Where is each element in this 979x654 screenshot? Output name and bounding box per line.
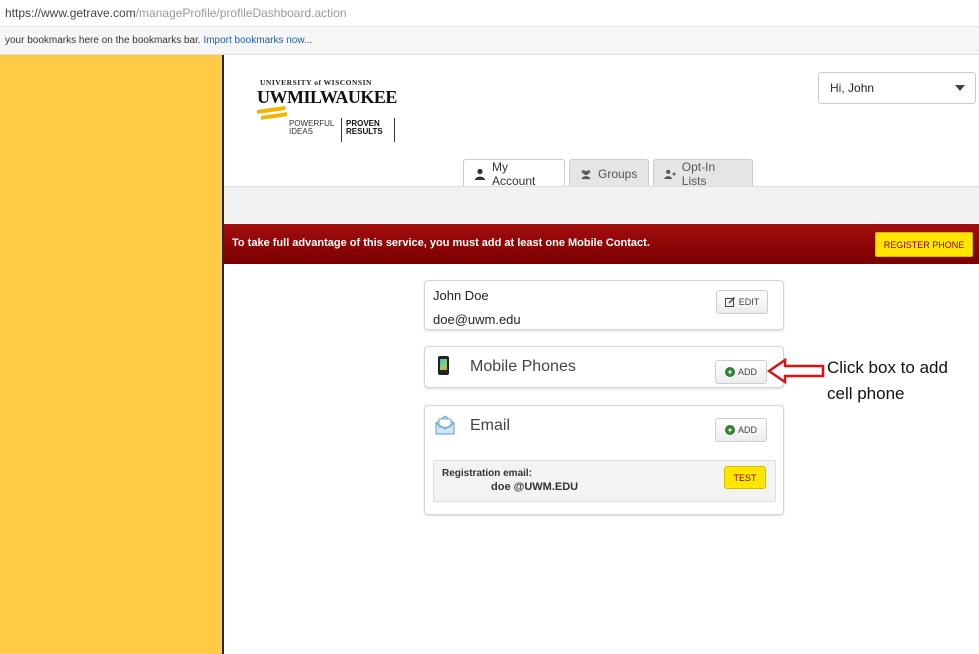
annotation-line: Click box to add: [827, 358, 948, 377]
registration-email-value: doe @UWM.EDU: [491, 481, 579, 493]
plus-circle-icon: +: [724, 367, 735, 377]
button-label: EDIT: [738, 297, 760, 307]
edit-profile-button[interactable]: EDIT: [716, 290, 768, 314]
url-path: /manageProfile/profileDashboard.action: [135, 6, 347, 20]
tab-groups[interactable]: Groups: [569, 159, 649, 187]
sidebar-divider: [222, 55, 224, 654]
bookmarks-hint: your bookmarks here on the bookmarks bar…: [5, 35, 201, 46]
bookmarks-text: your bookmarks here on the bookmarks bar…: [5, 35, 312, 46]
tagline-word: IDEAS: [289, 127, 314, 136]
email-title: Email: [470, 417, 511, 434]
bookmarks-bar: your bookmarks here on the bookmarks bar…: [0, 27, 979, 55]
tagline-word: RESULTS: [346, 127, 383, 136]
logo-top-text: UNIVERSITY of WISCONSIN: [260, 78, 372, 87]
user-name: John: [848, 81, 875, 95]
user-menu-dropdown[interactable]: Hi, John: [818, 72, 976, 104]
profile-email: doe@uwm.edu: [433, 312, 521, 327]
profile-name: John Doe: [433, 288, 489, 303]
logo-divider: [341, 118, 342, 142]
address-bar[interactable]: https://www.getrave.com/manageProfile/pr…: [0, 0, 979, 27]
import-bookmarks-link[interactable]: Import bookmarks now...: [203, 35, 312, 46]
url-host: https://www.getrave.com: [5, 6, 136, 20]
tab-opt-in-lists[interactable]: Opt-In Lists: [653, 159, 753, 188]
user-greeting: Hi, John: [830, 81, 874, 95]
logo-divider: [394, 118, 395, 142]
person-icon: [475, 168, 485, 180]
test-email-button[interactable]: TEST: [724, 466, 766, 489]
person-add-icon: [664, 169, 676, 179]
left-sidebar: [0, 55, 222, 654]
url-text[interactable]: https://www.getrave.com/manageProfile/pr…: [5, 6, 347, 20]
profile-card: John Doe doe@uwm.edu EDIT: [424, 280, 784, 330]
mobile-phone-icon: [438, 356, 449, 375]
tab-content-header: [224, 186, 979, 225]
envelope-icon: [435, 415, 455, 435]
registration-email-label: Registration email:: [442, 468, 533, 479]
tab-label: Groups: [598, 166, 638, 181]
mobile-phones-title: Mobile Phones: [470, 358, 576, 375]
red-arrow-icon: [767, 357, 825, 385]
greeting-text: Hi,: [830, 81, 845, 95]
button-label: ADD: [737, 425, 757, 435]
add-email-button[interactable]: + ADD: [715, 418, 767, 442]
plus-circle-icon: +: [724, 425, 735, 435]
tab-my-account[interactable]: My Account: [463, 159, 565, 188]
tab-label: Opt-In Lists: [681, 159, 716, 188]
logo-stripe: [261, 112, 287, 120]
edit-icon: [724, 297, 735, 307]
email-card: Email + ADD Registration email: doe @UWM…: [424, 405, 784, 515]
alert-message: To take full advantage of this service, …: [232, 237, 650, 249]
mobile-phones-card: Mobile Phones + ADD: [424, 346, 784, 388]
group-icon: [581, 169, 591, 179]
register-phone-button[interactable]: REGISTER PHONE: [875, 232, 973, 257]
logo-tagline-left: POWERFUL IDEAS: [289, 120, 334, 136]
tab-label: My Account: [492, 160, 536, 188]
button-label: ADD: [737, 367, 757, 377]
alert-banner: To take full advantage of this service, …: [224, 224, 979, 264]
instruction-annotation: Click box to add cell phone: [827, 355, 977, 407]
logo-main-text: UWMILWAUKEE: [257, 87, 397, 107]
annotation-line: cell phone: [827, 384, 905, 403]
chevron-down-icon: [955, 85, 965, 91]
logo-tagline-right: PROVEN RESULTS: [346, 120, 383, 136]
add-mobile-phone-button[interactable]: + ADD: [715, 360, 767, 384]
registration-email-box: Registration email: doe @UWM.EDU TEST: [433, 460, 776, 502]
uwm-logo[interactable]: UNIVERSITY of WISCONSIN UWMILWAUKEE POWE…: [257, 78, 397, 148]
